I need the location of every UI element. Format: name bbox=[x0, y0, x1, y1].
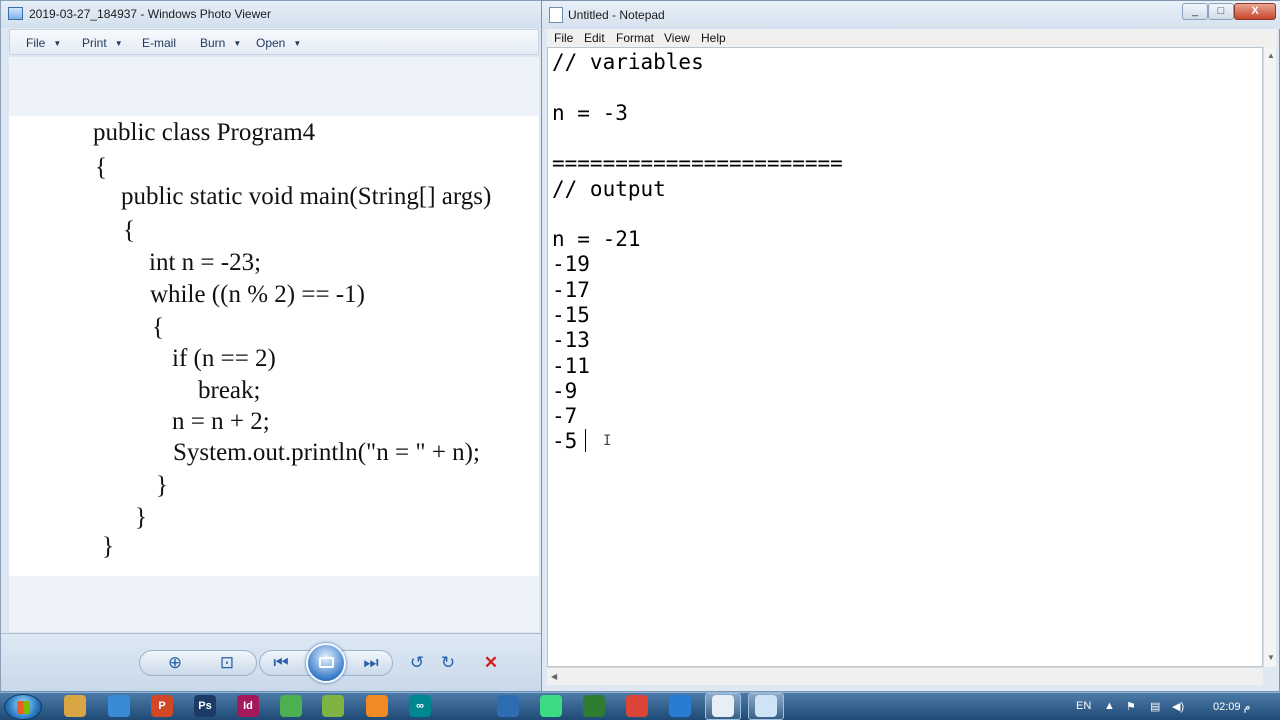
maximize-button[interactable]: □ bbox=[1208, 3, 1234, 20]
text-line: -11 bbox=[552, 354, 590, 378]
chevron-down-icon: ▼ bbox=[53, 39, 62, 48]
displayed-photo: public class Program4 { public static vo… bbox=[9, 116, 539, 576]
vscode-icon[interactable] bbox=[669, 695, 691, 717]
pv-menu-email[interactable]: E-mail bbox=[142, 36, 176, 50]
notepad-icon[interactable] bbox=[712, 695, 734, 717]
pv-menu-burn[interactable]: Burn ▼ bbox=[200, 36, 241, 50]
network-icon[interactable] bbox=[280, 695, 302, 717]
slideshow-icon bbox=[319, 657, 334, 668]
text-line: -7 bbox=[552, 404, 578, 428]
code-line: { bbox=[152, 314, 164, 341]
pv-menu-print[interactable]: Print ▼ bbox=[82, 36, 123, 50]
text-line: -19 bbox=[552, 252, 590, 276]
code-line: public static void main(String[] args) bbox=[121, 183, 492, 210]
scroll-left-icon[interactable]: ◀ bbox=[551, 672, 557, 681]
show-hidden-icons-icon[interactable]: ▲ bbox=[1104, 700, 1115, 712]
np-menu-file[interactable]: File bbox=[554, 31, 573, 45]
previous-icon[interactable]: ⏮ bbox=[267, 650, 295, 676]
pv-menu-file[interactable]: File ▼ bbox=[26, 36, 61, 50]
text-line: -17 bbox=[552, 278, 590, 302]
text-line: // output bbox=[552, 177, 666, 201]
windows-logo-icon bbox=[17, 701, 30, 714]
code-line: System.out.println("n = " + n); bbox=[173, 439, 480, 466]
chrome-icon[interactable] bbox=[626, 695, 648, 717]
android-studio-icon[interactable] bbox=[540, 695, 562, 717]
globe-icon[interactable] bbox=[583, 695, 605, 717]
np-menu-format[interactable]: Format bbox=[616, 31, 654, 45]
scroll-down-icon[interactable]: ▼ bbox=[1267, 653, 1275, 662]
photo-viewer-window: 2019-03-27_184937 - Windows Photo Viewer… bbox=[0, 0, 543, 691]
minimize-button[interactable]: _ bbox=[1182, 3, 1208, 20]
folder-icon[interactable] bbox=[64, 695, 86, 717]
delete-icon[interactable]: ✕ bbox=[477, 650, 505, 676]
scroll-up-icon[interactable]: ▲ bbox=[1267, 51, 1275, 60]
ibeam-cursor-icon: I bbox=[603, 433, 612, 449]
text-line: -13 bbox=[552, 328, 590, 352]
start-button[interactable] bbox=[4, 694, 42, 720]
language-indicator[interactable]: EN bbox=[1076, 700, 1091, 712]
np-menu-view[interactable]: View bbox=[664, 31, 690, 45]
action-center-icon[interactable]: ⚑ bbox=[1126, 700, 1136, 713]
code-line: break; bbox=[198, 377, 261, 404]
code-line: } bbox=[135, 504, 147, 531]
code-line: public class Program4 bbox=[93, 119, 316, 146]
np-menu-help[interactable]: Help bbox=[701, 31, 726, 45]
zoom-icon[interactable]: ⊕ bbox=[161, 650, 189, 676]
text-line: n = -21 bbox=[552, 227, 641, 251]
vertical-scrollbar[interactable]: ▲ ▼ bbox=[1263, 47, 1276, 667]
code-line: { bbox=[95, 154, 107, 181]
chevron-down-icon: ▼ bbox=[114, 39, 123, 48]
code-line: while ((n % 2) == -1) bbox=[150, 281, 365, 308]
text-caret bbox=[585, 429, 586, 452]
notepad-menubar: File Edit Format View Help bbox=[547, 29, 1277, 47]
code-line: } bbox=[156, 472, 168, 499]
photo-viewer-titlebar[interactable]: 2019-03-27_184937 - Windows Photo Viewer bbox=[1, 1, 543, 28]
vlc-icon[interactable] bbox=[366, 695, 388, 717]
browser-icon[interactable] bbox=[108, 695, 130, 717]
photo-viewer-icon[interactable] bbox=[755, 695, 777, 717]
notepad-title: Untitled - Notepad bbox=[568, 8, 665, 22]
pv-menu-open[interactable]: Open ▼ bbox=[256, 36, 301, 50]
notepad-app-icon bbox=[549, 7, 563, 23]
horizontal-scrollbar[interactable]: ◀ bbox=[547, 667, 1263, 685]
code-line: n = n + 2; bbox=[172, 408, 270, 435]
virtualbox-icon[interactable] bbox=[497, 695, 519, 717]
code-line: if (n == 2) bbox=[172, 345, 276, 372]
code-line: } bbox=[102, 533, 114, 560]
slideshow-button[interactable] bbox=[306, 643, 346, 683]
android-icon[interactable] bbox=[322, 695, 344, 717]
close-button[interactable]: X bbox=[1234, 3, 1276, 20]
indesign-icon[interactable]: Id bbox=[237, 695, 259, 717]
text-line: -9 bbox=[552, 379, 578, 403]
arduino-icon[interactable]: ∞ bbox=[409, 695, 431, 717]
volume-icon[interactable]: ◀) bbox=[1172, 700, 1184, 713]
notepad-titlebar[interactable]: Untitled - Notepad _ □ X bbox=[542, 1, 1280, 29]
notepad-text-area[interactable]: // variables n = -3 ====================… bbox=[547, 47, 1263, 667]
rotate-left-icon[interactable]: ↺ bbox=[403, 650, 431, 676]
np-menu-edit[interactable]: Edit bbox=[584, 31, 605, 45]
text-line: n = -3 bbox=[552, 101, 628, 125]
text-line: ======================= bbox=[552, 151, 843, 175]
network-status-icon[interactable]: ▤ bbox=[1150, 700, 1160, 713]
photo-viewer-app-icon bbox=[8, 7, 23, 20]
powerpoint-icon[interactable]: P bbox=[151, 695, 173, 717]
text-line: -15 bbox=[552, 303, 590, 327]
photo-viewer-title: 2019-03-27_184937 - Windows Photo Viewer bbox=[29, 7, 271, 21]
clock[interactable]: 02:09 م bbox=[1213, 700, 1250, 713]
text-line: -5 bbox=[552, 429, 578, 453]
next-icon[interactable]: ⏭ bbox=[357, 650, 385, 676]
code-line: { bbox=[123, 217, 135, 244]
code-line: int n = -23; bbox=[149, 249, 262, 276]
photoshop-icon[interactable]: Ps bbox=[194, 695, 216, 717]
photo-viewer-toolbar: ⊕ ⊡ ⏮ ⏭ ↺ ↻ ✕ bbox=[1, 633, 543, 691]
photo-viewer-menubar: File ▼ Print ▼ E-mail Burn ▼ Open ▼ bbox=[9, 29, 539, 55]
rotate-right-icon[interactable]: ↻ bbox=[434, 650, 462, 676]
chevron-down-icon: ▼ bbox=[293, 39, 302, 48]
notepad-window: Untitled - Notepad _ □ X File Edit Forma… bbox=[541, 0, 1280, 692]
text-line: // variables bbox=[552, 50, 704, 74]
chevron-down-icon: ▼ bbox=[233, 39, 242, 48]
actual-size-icon[interactable]: ⊡ bbox=[213, 650, 241, 676]
